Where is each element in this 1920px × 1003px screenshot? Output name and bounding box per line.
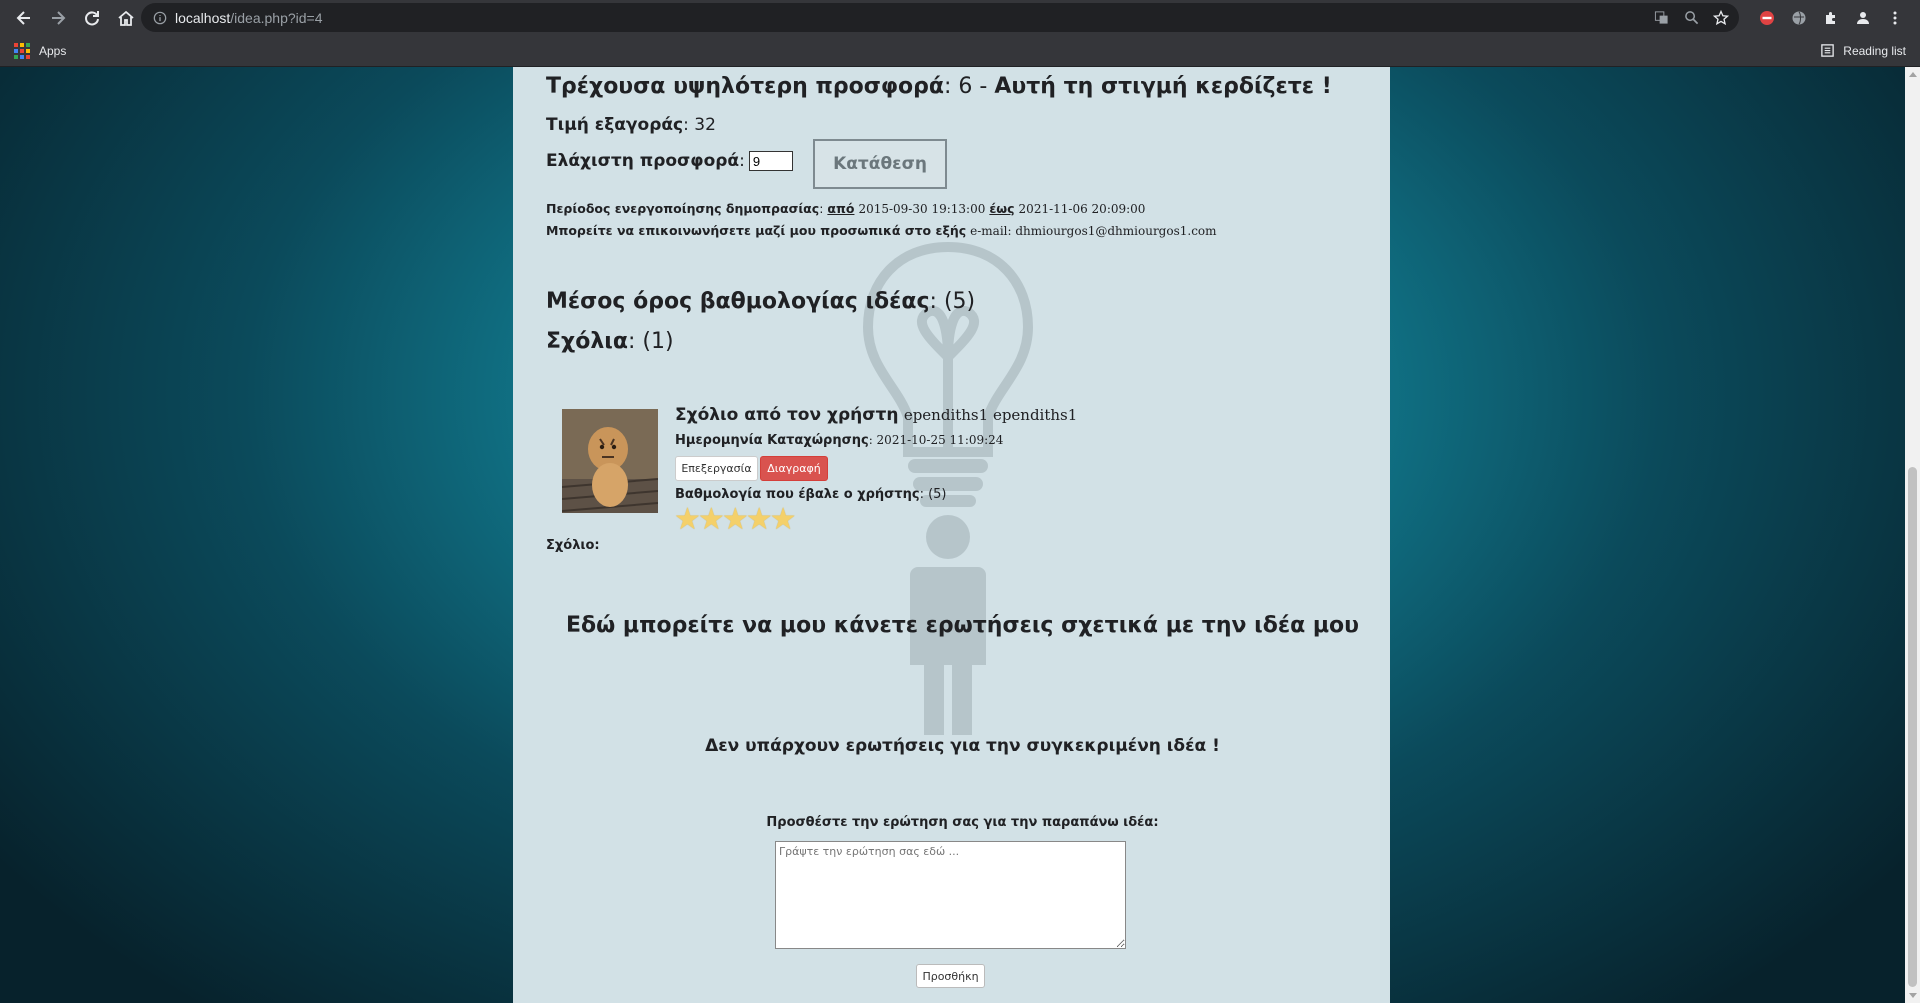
commenter-avatar (562, 409, 658, 513)
star-icon: ★ (697, 502, 725, 537)
add-question-button[interactable]: Προσθήκη (916, 964, 985, 988)
extension-globe-icon[interactable] (1786, 5, 1812, 31)
delete-comment-button[interactable]: Διαγραφή (760, 456, 828, 481)
star-icon: ★ (721, 502, 749, 537)
star-icon: ★ (745, 502, 773, 537)
star-icon: ★ (769, 502, 797, 537)
bookmark-star-icon[interactable] (1711, 8, 1731, 28)
menu-kebab-icon[interactable] (1882, 5, 1908, 31)
back-button[interactable] (8, 2, 40, 34)
bookmarks-bar: Apps Reading list (0, 35, 1920, 67)
translate-icon[interactable] (1651, 8, 1671, 28)
auction-period: Περίοδος ενεργοποίησης δημοπρασίας: από … (546, 201, 1146, 216)
comment-body-label: Σχόλιο: (546, 538, 600, 553)
browser-toolbar: localhost/idea.php?id=4 (0, 0, 1920, 35)
contact-info: Μπορείτε να επικοινωνήσετε μαζί μου προσ… (546, 223, 1217, 238)
reload-button[interactable] (76, 2, 108, 34)
reading-list-icon (1821, 44, 1835, 57)
site-info-icon[interactable] (151, 9, 169, 27)
no-questions-text: Δεν υπάρχουν ερωτήσεις για την συγκεκριμ… (705, 736, 1220, 756)
reading-list-button[interactable]: Reading list (1820, 35, 1906, 66)
star-rating: ★ ★ ★ ★ ★ (674, 502, 797, 537)
home-icon (118, 10, 134, 26)
comment-date: Ημερομηνία Καταχώρησης: 2021-10-25 11:09… (675, 433, 1004, 448)
home-button[interactable] (110, 2, 142, 34)
scroll-down-arrow-icon[interactable] (1909, 993, 1917, 998)
questions-heading: Εδώ μπορείτε να μου κάνετε ερωτήσεις σχε… (566, 613, 1359, 638)
star-icon: ★ (674, 502, 701, 537)
apps-grid-icon (14, 42, 30, 59)
extensions-puzzle-icon[interactable] (1818, 5, 1844, 31)
comment-title: Σχόλιο από τον χρήστη ependiths1 ependit… (675, 405, 1078, 425)
submit-bid-button[interactable]: Κατάθεση (813, 139, 947, 189)
add-question-label: Προσθέστε την ερώτηση σας για την παραπά… (766, 815, 1159, 830)
buyout-price: Τιμή εξαγοράς: 32 (546, 115, 716, 135)
apps-shortcut[interactable]: Apps (14, 42, 67, 59)
winning-status: Αυτή τη στιγμή κερδίζετε ! (994, 74, 1332, 99)
contact-email: e-mail: dhmiourgos1@dhmiourgos1.com (970, 224, 1217, 238)
comments-heading: Σχόλια: (1) (546, 329, 674, 354)
current-bid-heading: Τρέχουσα υψηλότερη προσφορά: 6 - Αυτή τη… (546, 74, 1332, 99)
user-rating: Βαθμολογία που έβαλε ο χρήστης: (5) (675, 487, 947, 502)
adblock-extension-icon[interactable] (1754, 5, 1780, 31)
comment-author: ependiths1 ependiths1 (903, 406, 1078, 424)
forward-button[interactable] (42, 2, 74, 34)
reload-icon (85, 10, 99, 25)
question-textarea[interactable] (775, 841, 1126, 949)
idea-panel: Τρέχουσα υψηλότερη προσφορά: 6 - Αυτή τη… (513, 67, 1390, 1003)
address-bar[interactable]: localhost/idea.php?id=4 (141, 3, 1739, 32)
page-viewport: Τρέχουσα υψηλότερη προσφορά: 6 - Αυτή τη… (0, 67, 1905, 1003)
scrollbar-thumb[interactable] (1908, 467, 1917, 987)
arrow-left-icon (16, 10, 30, 25)
apps-label: Apps (39, 43, 67, 58)
average-rating-heading: Μέσος όρος βαθμολογίας ιδέας: (5) (546, 289, 976, 314)
scroll-up-arrow-icon[interactable] (1909, 72, 1917, 77)
bid-amount-input[interactable] (748, 151, 793, 171)
page-scrollbar[interactable] (1905, 67, 1920, 1003)
edit-comment-button[interactable]: Επεξεργασία (675, 456, 758, 481)
zoom-icon[interactable] (1681, 8, 1701, 28)
profile-icon[interactable] (1850, 5, 1876, 31)
reading-list-label: Reading list (1843, 43, 1906, 58)
min-bid-row: Ελάχιστη προσφορά: (546, 151, 793, 171)
arrow-right-icon (52, 10, 66, 25)
url-text: localhost/idea.php?id=4 (175, 9, 323, 26)
